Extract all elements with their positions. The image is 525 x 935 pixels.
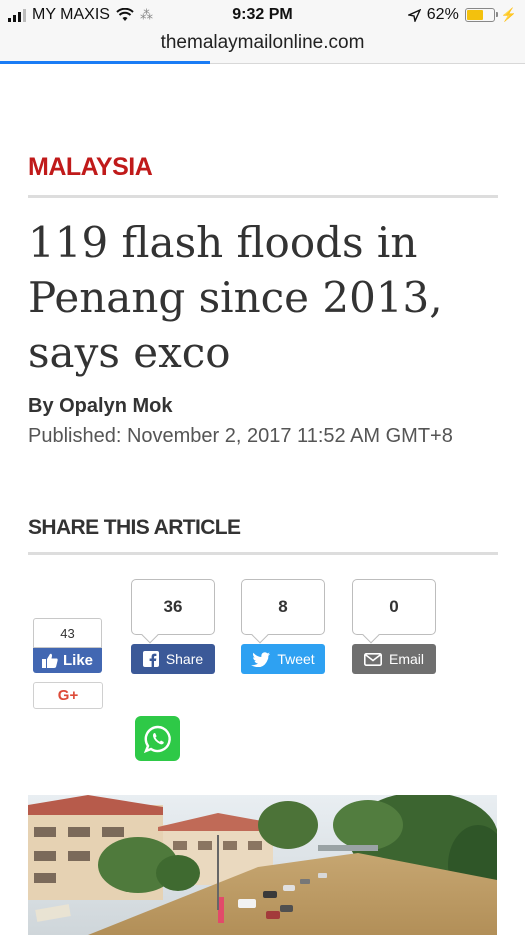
google-plus-button[interactable]: G+ bbox=[33, 682, 103, 709]
address-bar[interactable]: themalaymailonline.com bbox=[0, 30, 525, 64]
byline: By Opalyn Mok bbox=[28, 395, 173, 417]
like-label: Like bbox=[62, 652, 93, 669]
envelope-icon bbox=[363, 652, 382, 666]
email-share-button[interactable]: Email bbox=[352, 644, 436, 674]
status-right: 62% ⚡ bbox=[407, 6, 517, 24]
email-count: 0 bbox=[352, 579, 436, 635]
divider bbox=[28, 195, 498, 198]
facebook-share-label: Share bbox=[165, 651, 204, 667]
page-load-progress bbox=[0, 61, 210, 64]
facebook-share-button[interactable]: Share bbox=[131, 644, 215, 674]
thumbs-up-icon bbox=[41, 653, 58, 668]
battery-icon bbox=[464, 8, 498, 22]
facebook-like-button[interactable]: Like bbox=[33, 648, 102, 673]
whatsapp-icon bbox=[143, 725, 171, 753]
email-label: Email bbox=[388, 651, 424, 667]
battery-percent: 62% bbox=[426, 6, 459, 23]
facebook-like-count: 43 bbox=[33, 618, 102, 648]
facebook-share-count: 36 bbox=[131, 579, 215, 635]
battery-level bbox=[466, 10, 483, 20]
facebook-icon bbox=[142, 651, 159, 667]
charging-bolt-icon: ⚡ bbox=[500, 7, 517, 22]
location-arrow-icon bbox=[407, 8, 421, 22]
share-heading: SHARE THIS ARTICLE bbox=[28, 516, 241, 539]
tweet-count: 8 bbox=[241, 579, 325, 635]
published-date: Published: November 2, 2017 11:52 AM GMT… bbox=[28, 425, 453, 447]
twitter-bird-icon bbox=[251, 651, 271, 667]
whatsapp-share-button[interactable] bbox=[135, 716, 180, 761]
category-label[interactable]: MALAYSIA bbox=[28, 153, 153, 182]
article-headline: 119 flash floods in Penang since 2013, s… bbox=[28, 218, 443, 377]
status-bar: MY MAXIS ⁂ 9:32 PM 62% ⚡ bbox=[0, 0, 525, 30]
url-text[interactable]: themalaymailonline.com bbox=[0, 32, 525, 54]
tweet-label: Tweet bbox=[277, 651, 315, 667]
divider bbox=[28, 552, 498, 555]
tweet-button[interactable]: Tweet bbox=[241, 644, 325, 674]
article-photo[interactable] bbox=[28, 795, 497, 935]
